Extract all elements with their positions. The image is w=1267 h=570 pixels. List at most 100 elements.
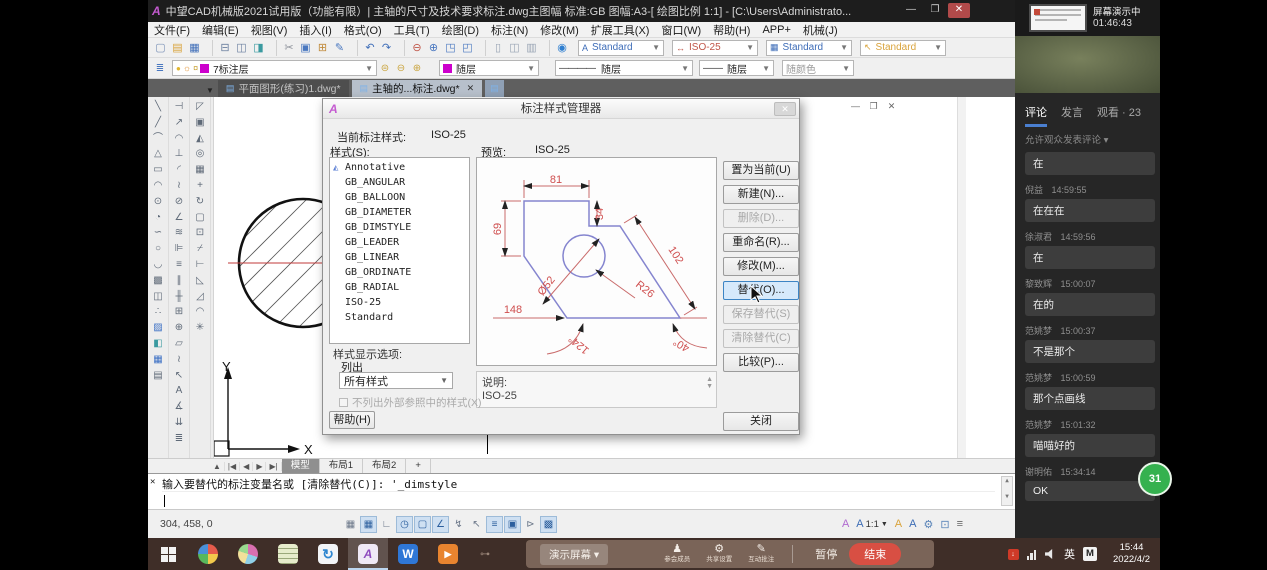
dimension-style-icon[interactable]: ≣ — [171, 431, 188, 447]
dynamic-input-icon[interactable]: ↯ — [450, 516, 467, 533]
taskbar-paint[interactable] — [228, 538, 268, 570]
mdi-minimize-icon[interactable]: — — [848, 101, 863, 111]
radius-dimension-icon[interactable]: ◜ — [171, 162, 188, 178]
description-scroll[interactable]: ▲▼ — [706, 376, 713, 390]
table-icon[interactable]: ▦ — [150, 352, 167, 368]
layer-previous-icon[interactable]: ⊖ — [393, 63, 409, 74]
pan-icon[interactable]: ⊖ — [404, 40, 425, 56]
gradient-icon[interactable]: ◧ — [150, 336, 167, 352]
style-list-item[interactable]: GB_DIAMETER — [330, 205, 469, 220]
grid-icon[interactable]: ▦ — [342, 516, 359, 533]
panel-tab-speak[interactable]: 发言 — [1061, 104, 1083, 127]
tolerance-icon[interactable]: ⊞ — [171, 304, 188, 320]
style-list-item[interactable]: GB_ANGULAR — [330, 175, 469, 190]
save-icon[interactable]: ▦ — [186, 40, 203, 56]
copy-object-icon[interactable]: ▣ — [192, 115, 209, 131]
circle-icon[interactable]: ⊙ — [150, 194, 167, 210]
menu-edit[interactable]: 编辑(E) — [196, 22, 245, 38]
array-icon[interactable]: ▦ — [192, 162, 209, 178]
style-list-item[interactable]: GB_ORDINATE — [330, 265, 469, 280]
tab-layout1[interactable]: 布局1 — [320, 459, 363, 473]
end-share-button[interactable]: 结束 — [849, 543, 901, 565]
restore-button[interactable]: ❐ — [924, 3, 946, 18]
tab-model[interactable]: 模型 — [282, 459, 320, 473]
annotation-monitor-icon[interactable]: ▩ — [540, 516, 557, 533]
dim-style-combo[interactable]: ↔ISO-25▼ — [672, 40, 758, 56]
taskbar-notes[interactable] — [268, 538, 308, 570]
ime-icon[interactable]: M — [1083, 547, 1097, 561]
taskbar-sync[interactable]: ↻ — [308, 538, 348, 570]
style-list-item[interactable]: Standard — [330, 310, 469, 325]
modify-style-button[interactable]: 修改(M)... — [723, 257, 799, 276]
jogged-dimension-icon[interactable]: ≀ — [171, 178, 188, 194]
mdi-close-icon[interactable]: ✕ — [884, 101, 899, 112]
annotation-visibility-icon[interactable]: A — [842, 518, 849, 530]
language-indicator[interactable]: 英 — [1064, 546, 1075, 562]
table-style-combo[interactable]: ▦Standard▼ — [766, 40, 852, 56]
blend-icon[interactable]: ◠ — [192, 304, 209, 320]
close-tab-icon[interactable]: ✕ — [467, 83, 475, 94]
lineweight-display-icon[interactable]: ≡ — [486, 516, 503, 533]
continue-dimension-icon[interactable]: ≡ — [171, 257, 188, 273]
scale-icon[interactable]: ▢ — [192, 210, 209, 226]
mdi-restore-icon[interactable]: ❐ — [866, 101, 881, 112]
taskbar-wps[interactable]: W — [388, 538, 428, 570]
tab-scroll-end-icon[interactable]: ▶| — [266, 462, 281, 471]
hatch-icon[interactable]: ▨ — [150, 320, 167, 336]
layer-manager-icon[interactable]: ≣ — [152, 63, 168, 74]
polar-icon[interactable]: ◷ — [396, 516, 413, 533]
zoom-previous-icon[interactable]: ◰ — [459, 40, 476, 56]
dynamic-ucs-icon[interactable]: ↖ — [468, 516, 485, 533]
menu-modify[interactable]: 修改(M) — [534, 22, 585, 38]
dialog-close-button[interactable]: 关闭 — [723, 412, 799, 431]
center-mark-icon[interactable]: ⊕ — [171, 320, 188, 336]
object-track-icon[interactable]: ∠ — [432, 516, 449, 533]
mleader-style-combo[interactable]: ↖Standard▼ — [860, 40, 946, 56]
line-icon[interactable]: ╲ — [150, 99, 167, 115]
share-thumbnail[interactable] — [1029, 4, 1087, 32]
menu-tools[interactable]: 工具(T) — [388, 22, 436, 38]
plot-icon[interactable]: ⊟ — [212, 40, 233, 56]
match-properties-icon[interactable]: ✎ — [331, 40, 348, 56]
make-layer-current-icon[interactable]: ⊜ — [377, 63, 393, 74]
erase-icon[interactable]: ◸ — [192, 99, 209, 115]
paste-icon[interactable]: ⊞ — [314, 40, 331, 56]
fullscreen-icon[interactable]: ⊡ — [940, 518, 949, 531]
delete-style-button[interactable]: 删除(D)... — [723, 209, 799, 228]
mirror-icon[interactable]: ◭ — [192, 131, 209, 147]
clear-override-button[interactable]: 清除替代(C) — [723, 329, 799, 348]
command-scrollbar[interactable]: ▲▼ — [1001, 476, 1013, 506]
style-list-item[interactable]: GB_LEADER — [330, 235, 469, 250]
menu-help[interactable]: 帮助(H) — [707, 22, 756, 38]
xref-checkbox[interactable]: 不列出外部参照中的样式(X) — [339, 395, 482, 410]
command-line[interactable]: ✕ 输入要替代的标注变量名或 [清除替代(C)]: '_dimstyle ▲▼ — [148, 473, 1015, 509]
ellipse-icon[interactable]: ○ — [150, 241, 167, 257]
move-icon[interactable]: + — [192, 178, 209, 194]
trim-icon[interactable]: ⌿ — [192, 241, 209, 257]
scale-caret-icon[interactable]: ▼ — [881, 521, 888, 528]
taskbar-video[interactable]: ▶ — [428, 538, 468, 570]
status-menu-icon[interactable]: ≡ — [957, 518, 963, 530]
angular-2-icon[interactable]: ∡ — [171, 399, 188, 415]
tray-download-icon[interactable]: ↓ — [1008, 549, 1019, 560]
selection-cycling-icon[interactable]: ⊳ — [522, 516, 539, 533]
stretch-icon[interactable]: ⊡ — [192, 225, 209, 241]
autoscale-icon[interactable]: A — [895, 518, 902, 530]
pause-share-button[interactable]: 暂停 — [815, 546, 837, 562]
plot-preview-icon[interactable]: ◫ — [233, 40, 250, 56]
linear-dimension-icon[interactable]: ⊣ — [171, 99, 188, 115]
menu-express[interactable]: 扩展工具(X) — [585, 22, 656, 38]
baseline-dimension-icon[interactable]: ⊫ — [171, 241, 188, 257]
new-icon[interactable]: ▢ — [152, 40, 169, 56]
plotstyle-combo[interactable]: 随颜色▼ — [782, 60, 854, 76]
dialog-close-icon[interactable]: ✕ — [774, 102, 796, 116]
dimension-space-icon[interactable]: ∥ — [171, 273, 188, 289]
new-document-tab[interactable]: ▤ — [485, 80, 504, 97]
revision-cloud-icon[interactable]: ◔ — [150, 210, 167, 226]
zoom-window-icon[interactable]: ◳ — [442, 40, 459, 56]
minimize-button[interactable]: — — [900, 3, 922, 18]
tab-scroll-right-icon[interactable]: ▶ — [253, 462, 266, 471]
multileader-icon[interactable]: ↖ — [171, 368, 188, 384]
chamfer-icon[interactable]: ◺ — [192, 273, 209, 289]
aligned-dimension-icon[interactable]: ↗ — [171, 115, 188, 131]
